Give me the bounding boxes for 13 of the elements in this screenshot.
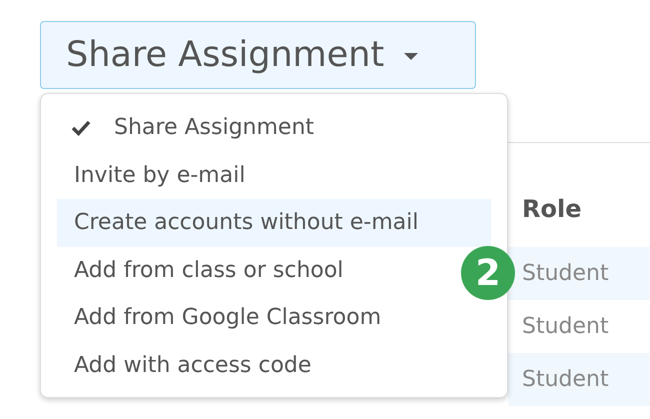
menu-item[interactable]: Share Assignment	[57, 104, 322, 152]
menu-item[interactable]: Create accounts without e-mail	[57, 199, 491, 246]
table-cell: Student	[522, 367, 609, 392]
menu-item[interactable]: Add from Google Classroom	[57, 294, 390, 342]
menu-item[interactable]: Invite by e-mail	[57, 152, 254, 199]
column-header: Role	[522, 194, 582, 225]
menu-item[interactable]: Add from class or school	[57, 246, 352, 294]
table-cell: Student	[522, 314, 609, 339]
check-icon	[71, 120, 91, 136]
menu-item[interactable]: Add with access code	[57, 342, 320, 389]
table-cell: Student	[522, 261, 609, 286]
caret-icon	[404, 53, 418, 61]
dropdown-button[interactable]: Share Assignment	[40, 21, 476, 89]
